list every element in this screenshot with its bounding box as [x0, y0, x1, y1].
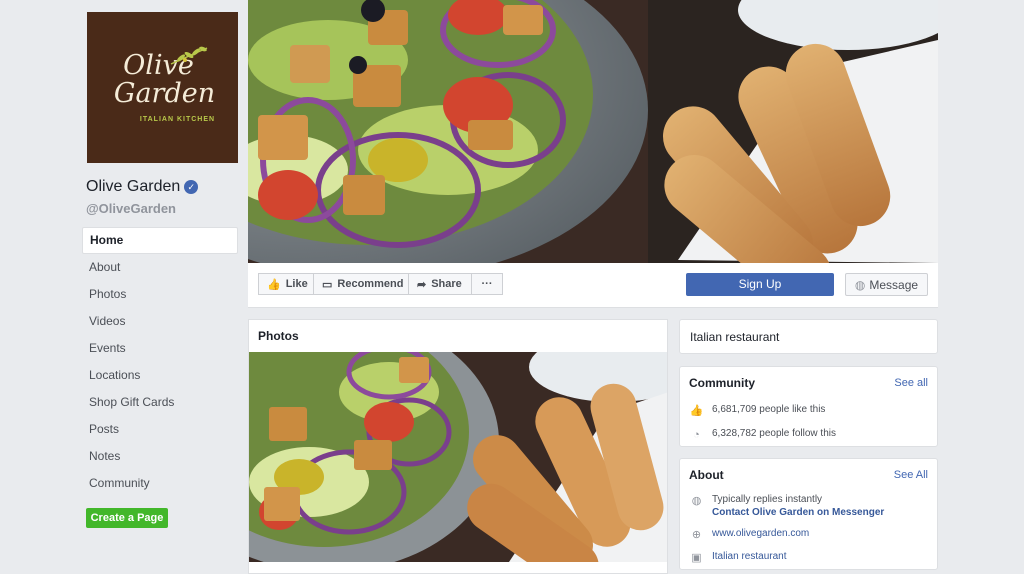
reply-time-text: Typically replies instantly — [712, 494, 823, 505]
page-handle[interactable]: @OliveGarden — [86, 201, 176, 216]
messenger-info: Typically replies instantly Contact Oliv… — [712, 494, 884, 518]
messenger-row: ◍ Typically replies instantly Contact Ol… — [690, 494, 885, 518]
about-card: About See All ◍ Typically replies instan… — [679, 458, 938, 570]
share-label: Share — [431, 278, 462, 290]
page-logo[interactable]: Olive Garden ITALIAN KITCHEN — [87, 12, 238, 163]
messenger-icon: ◍ — [854, 277, 866, 292]
follows-count: 6,328,782 people follow this — [712, 428, 836, 439]
photo-image — [249, 352, 667, 562]
comment-icon: ▭ — [322, 278, 333, 291]
page-name-text: Olive Garden — [86, 178, 181, 195]
verified-badge-icon: ✓ — [184, 180, 199, 194]
message-button[interactable]: ◍ Message — [845, 273, 928, 296]
more-options-button[interactable]: ··· — [471, 273, 503, 295]
share-arrow-icon: ➦ — [417, 278, 427, 291]
olive-branch-icon — [170, 46, 208, 65]
sidebar-item-home[interactable]: Home — [82, 227, 238, 254]
sidebar-item-photos[interactable]: Photos — [82, 281, 238, 308]
category-tag-icon: ▣ — [691, 552, 702, 564]
more-icon: ··· — [481, 278, 493, 290]
sidebar-item-locations[interactable]: Locations — [82, 362, 238, 389]
sign-up-button[interactable]: Sign Up — [686, 273, 834, 296]
page-name[interactable]: Olive Garden ✓ — [86, 178, 199, 196]
category-link[interactable]: Italian restaurant — [712, 551, 787, 562]
page-action-bar: 👍 Like ▭ Recommend ➦ Share ··· Sign Up ◍… — [248, 263, 938, 308]
messenger-icon: ◍ — [691, 495, 702, 507]
sidebar-item-events[interactable]: Events — [82, 335, 238, 362]
community-card: Community See all 👍 6,681,709 people lik… — [679, 366, 938, 447]
sidebar-item-notes[interactable]: Notes — [82, 443, 238, 470]
likes-row: 👍 6,681,709 people like this — [689, 404, 826, 417]
community-see-all-link[interactable]: See all — [894, 377, 928, 389]
sidebar-item-shop-gift-cards[interactable]: Shop Gift Cards — [82, 389, 238, 416]
recommend-button[interactable]: ▭ Recommend — [313, 273, 409, 295]
like-label: Like — [285, 278, 308, 290]
follows-row: ◔ 6,328,782 people follow this — [690, 428, 836, 441]
thumbs-up-icon: 👍 — [689, 405, 704, 417]
logo-subtitle: ITALIAN KITCHEN — [139, 116, 216, 123]
cover-photo[interactable] — [248, 0, 938, 263]
sidebar-item-videos[interactable]: Videos — [82, 308, 238, 335]
like-button[interactable]: 👍 Like — [258, 273, 314, 295]
website-link[interactable]: www.olivegarden.com — [712, 528, 809, 539]
likes-count: 6,681,709 people like this — [712, 404, 826, 415]
sidebar-item-community[interactable]: Community — [82, 470, 238, 497]
photos-card-title[interactable]: Photos — [258, 329, 299, 343]
cover-photo-image — [248, 0, 938, 263]
logo-word-garden: Garden — [113, 78, 216, 109]
rss-follow-icon: ◔ — [693, 428, 700, 441]
globe-icon: ⊕ — [691, 529, 702, 541]
message-label: Message — [869, 277, 919, 292]
sidebar-item-about[interactable]: About — [82, 254, 238, 281]
about-title: About — [689, 468, 724, 482]
create-page-button[interactable]: Create a Page — [86, 508, 168, 528]
contact-messenger-link[interactable]: Contact Olive Garden on Messenger — [712, 507, 884, 518]
about-see-all-link[interactable]: See All — [894, 469, 928, 481]
recommend-label: Recommend — [337, 278, 404, 290]
category-label[interactable]: Italian restaurant — [690, 330, 779, 344]
community-title: Community — [689, 376, 755, 390]
category-row: ▣ Italian restaurant — [690, 551, 787, 564]
thumbs-up-icon: 👍 — [267, 278, 281, 291]
share-button[interactable]: ➦ Share — [408, 273, 472, 295]
photo-thumbnail[interactable] — [249, 352, 667, 562]
sidebar-nav: Home About Photos Videos Events Location… — [82, 227, 238, 497]
sidebar-item-posts[interactable]: Posts — [82, 416, 238, 443]
category-card: Italian restaurant — [679, 319, 938, 354]
photos-card: Photos — [248, 319, 668, 574]
website-row: ⊕ www.olivegarden.com — [690, 528, 809, 541]
